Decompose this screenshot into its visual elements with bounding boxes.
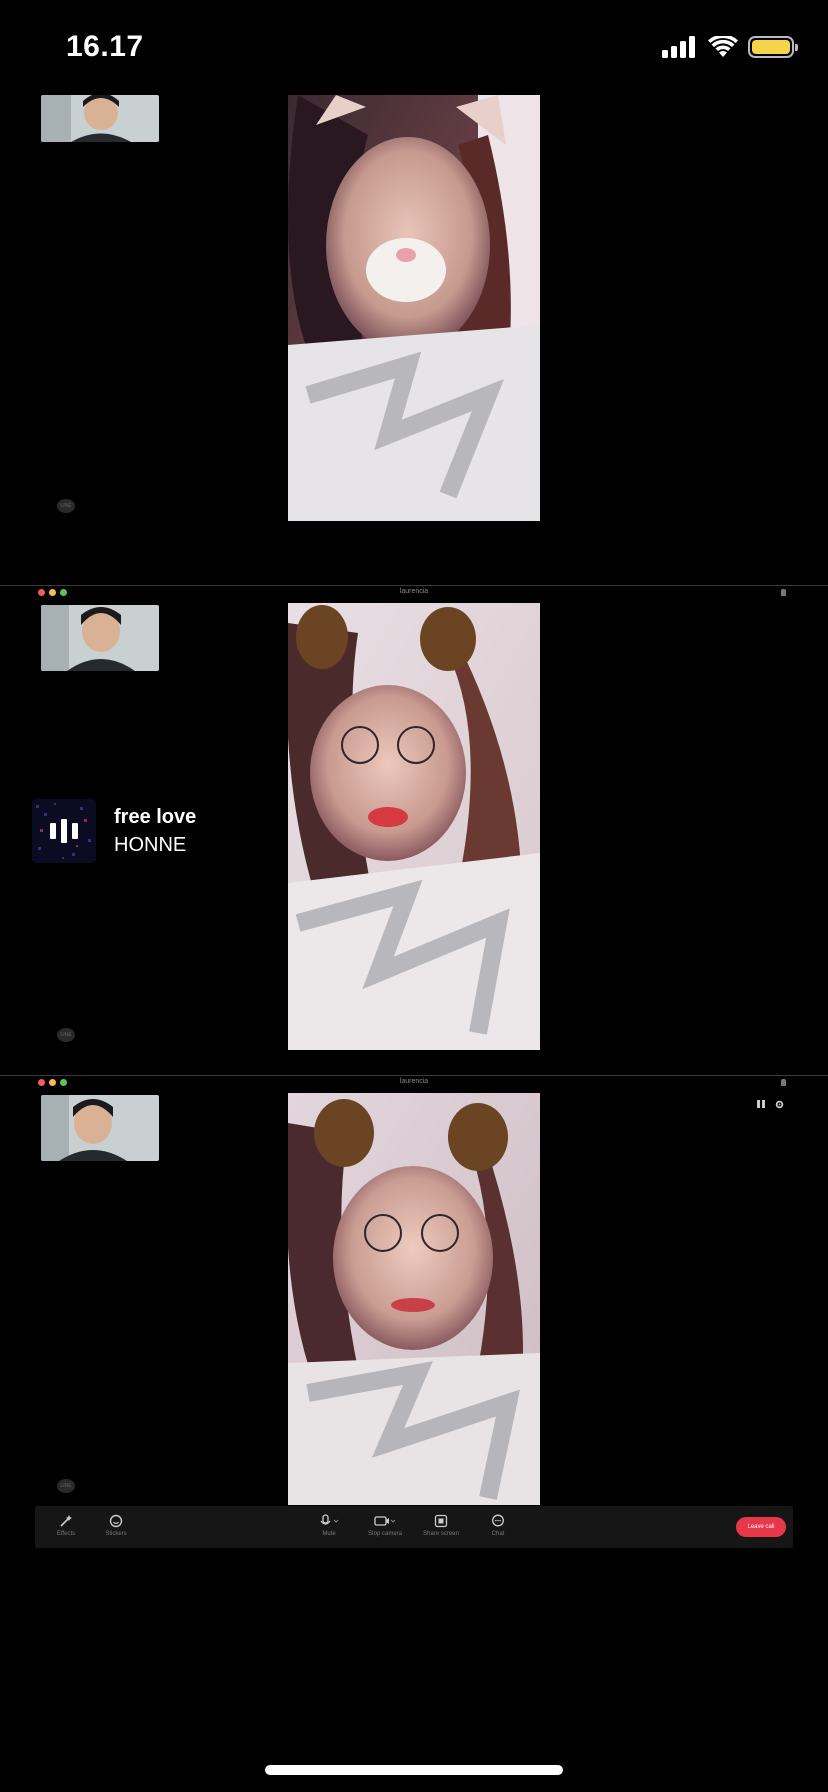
stickers-button[interactable]: Stickers bbox=[93, 1514, 139, 1537]
window-title: laurencia bbox=[399, 588, 429, 595]
call-frame-2: laurencia LINE bbox=[0, 585, 828, 1075]
remote-video bbox=[288, 1093, 540, 1505]
chat-button[interactable]: Chat bbox=[475, 1514, 521, 1537]
call-frame-3: laurencia LINE bbox=[0, 1075, 828, 1505]
pin-icon[interactable] bbox=[781, 589, 786, 596]
effects-label: Effects bbox=[56, 1531, 76, 1537]
video-controls bbox=[757, 1100, 784, 1109]
chat-label: Chat bbox=[491, 1531, 505, 1537]
call-toolbar: Effects Stickers Mute Stop camera Share … bbox=[35, 1506, 793, 1548]
self-video-thumbnail bbox=[41, 605, 159, 671]
mute-button[interactable]: Mute bbox=[306, 1514, 352, 1537]
mute-label: Mute bbox=[322, 1531, 336, 1537]
status-icons bbox=[662, 36, 798, 58]
remote-video bbox=[288, 95, 540, 521]
stickers-label: Stickers bbox=[105, 1531, 127, 1537]
leave-call-button[interactable]: Leave call bbox=[736, 1517, 786, 1537]
share-screen-button[interactable]: Share screen bbox=[418, 1514, 464, 1537]
pin-icon[interactable] bbox=[781, 1079, 786, 1086]
share-screen-icon bbox=[434, 1514, 448, 1528]
now-playing-artist: HONNE bbox=[114, 834, 187, 856]
camera-icon bbox=[374, 1516, 396, 1526]
stop-camera-label: Stop camera bbox=[367, 1531, 403, 1537]
status-time: 16.17 bbox=[66, 30, 144, 63]
microphone-icon bbox=[320, 1514, 339, 1525]
now-playing-artwork[interactable] bbox=[32, 799, 96, 863]
window-titlebar: laurencia bbox=[0, 1075, 828, 1090]
window-titlebar: laurencia bbox=[0, 585, 828, 600]
pause-icon[interactable] bbox=[757, 1100, 765, 1108]
now-playing-title: free love bbox=[114, 806, 197, 828]
remote-video bbox=[288, 603, 540, 1050]
line-app-badge: LINE bbox=[57, 1479, 75, 1493]
self-video-thumbnail bbox=[41, 95, 159, 142]
wifi-icon bbox=[708, 36, 738, 57]
call-frame-1: LINE bbox=[0, 95, 828, 585]
home-indicator[interactable] bbox=[265, 1765, 563, 1775]
share-screen-label: Share screen bbox=[423, 1531, 459, 1537]
gear-icon[interactable] bbox=[775, 1100, 784, 1109]
effects-button[interactable]: Effects bbox=[43, 1514, 89, 1537]
chat-bubble-icon bbox=[492, 1514, 504, 1527]
stop-camera-button[interactable]: Stop camera bbox=[362, 1514, 408, 1537]
line-app-badge: LINE bbox=[57, 1028, 75, 1042]
battery-icon bbox=[748, 36, 798, 58]
cellular-signal-icon bbox=[662, 36, 695, 58]
smile-icon bbox=[109, 1514, 123, 1528]
window-title: laurencia bbox=[399, 1078, 429, 1085]
effects-icon bbox=[60, 1515, 72, 1527]
battery-level bbox=[752, 40, 790, 54]
self-video-thumbnail bbox=[41, 1095, 159, 1161]
line-app-badge: LINE bbox=[57, 499, 75, 513]
